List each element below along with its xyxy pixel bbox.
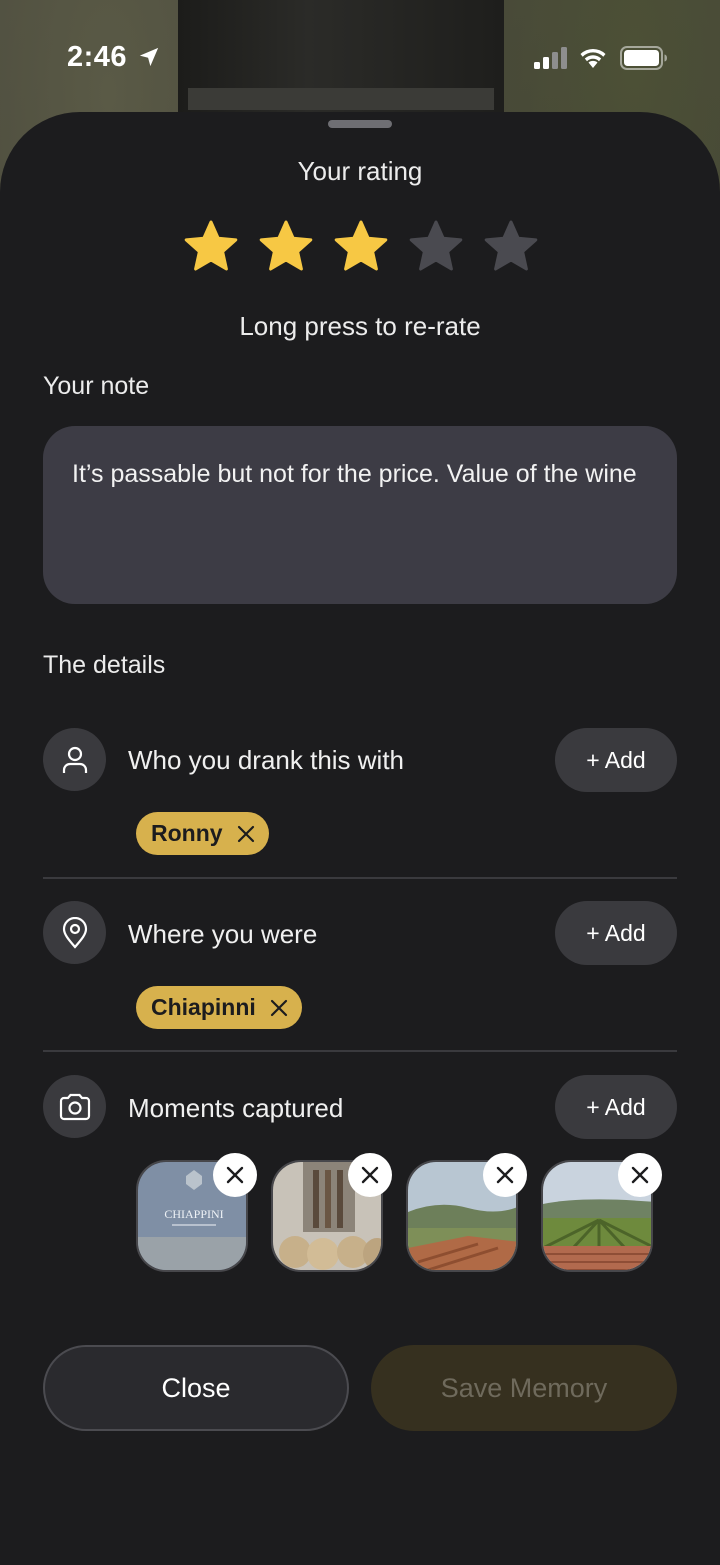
remove-photo-3-button[interactable]	[483, 1153, 527, 1197]
status-bar: 2:46	[0, 0, 720, 110]
save-memory-button[interactable]: Save Memory	[371, 1345, 677, 1431]
remove-photo-2-button[interactable]	[348, 1153, 392, 1197]
cellular-signal-icon	[534, 47, 567, 69]
add-photo-button[interactable]: + Add	[555, 1075, 677, 1139]
star-icon[interactable]	[183, 219, 239, 275]
star-rating[interactable]	[183, 219, 539, 275]
note-label: Your note	[43, 372, 150, 400]
photo-label-text: CHIAPPINI	[164, 1207, 223, 1221]
divider	[43, 1050, 677, 1052]
location-chip-label: Chiapinni	[151, 994, 256, 1020]
status-time: 2:46	[67, 41, 128, 73]
moments-label: Moments captured	[128, 1093, 344, 1123]
wifi-icon	[580, 48, 606, 68]
who-label: Who you drank this with	[128, 745, 405, 775]
star-icon[interactable]	[258, 219, 314, 275]
companion-chip-label: Ronny	[151, 820, 223, 846]
location-chip[interactable]: Chiapinni	[136, 986, 302, 1029]
add-location-button[interactable]: + Add	[555, 901, 677, 965]
remove-photo-4-button[interactable]	[618, 1153, 662, 1197]
rerate-hint: Long press to re-rate	[239, 311, 481, 341]
close-button[interactable]: Close	[43, 1345, 349, 1431]
note-textarea[interactable]: It’s passable but not for the price. Val…	[43, 426, 677, 604]
battery-icon	[620, 46, 667, 70]
sheet-grabber[interactable]	[328, 120, 392, 128]
star-icon[interactable]	[408, 219, 464, 275]
remove-companion-icon[interactable]	[237, 825, 255, 843]
close-icon	[361, 1166, 379, 1184]
location-pin-icon	[43, 901, 106, 964]
divider	[43, 877, 677, 879]
remove-photo-1-button[interactable]	[213, 1153, 257, 1197]
where-label: Where you were	[128, 919, 318, 949]
star-icon[interactable]	[483, 219, 539, 275]
close-icon	[631, 1166, 649, 1184]
camera-icon	[43, 1075, 106, 1138]
close-icon	[226, 1166, 244, 1184]
location-arrow-icon	[139, 47, 159, 67]
companion-chip[interactable]: Ronny	[136, 812, 269, 855]
person-icon	[43, 728, 106, 791]
rating-title: Your rating	[297, 156, 423, 186]
remove-location-icon[interactable]	[270, 999, 288, 1017]
details-label: The details	[43, 651, 166, 679]
close-icon	[496, 1166, 514, 1184]
add-companion-button[interactable]: + Add	[555, 728, 677, 792]
star-icon[interactable]	[333, 219, 389, 275]
